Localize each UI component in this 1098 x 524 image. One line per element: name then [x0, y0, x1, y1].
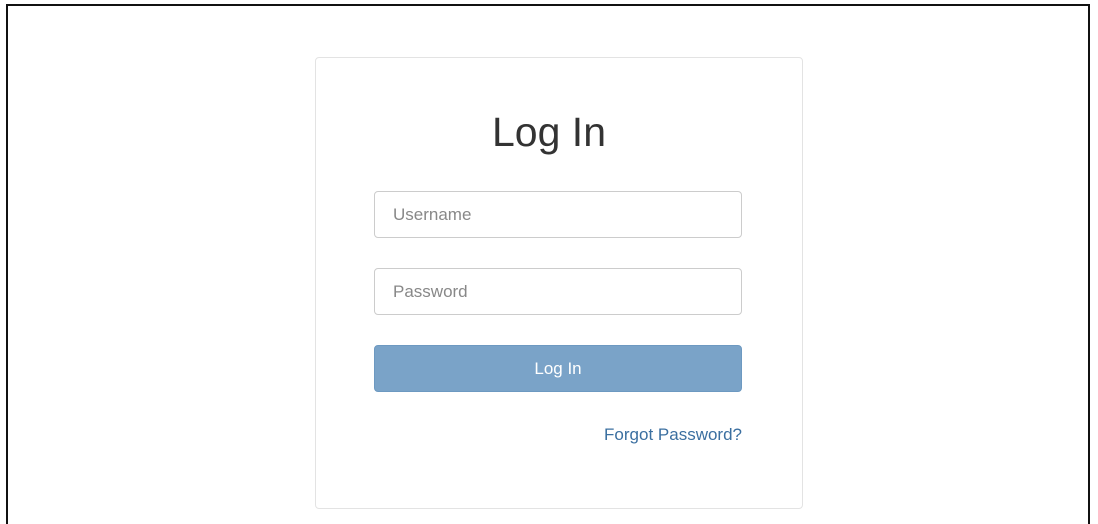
login-button[interactable]: Log In [374, 345, 742, 392]
password-input[interactable] [374, 268, 742, 315]
forgot-password-link[interactable]: Forgot Password? [604, 425, 742, 445]
username-input[interactable] [374, 191, 742, 238]
page-title: Log In [492, 109, 606, 155]
